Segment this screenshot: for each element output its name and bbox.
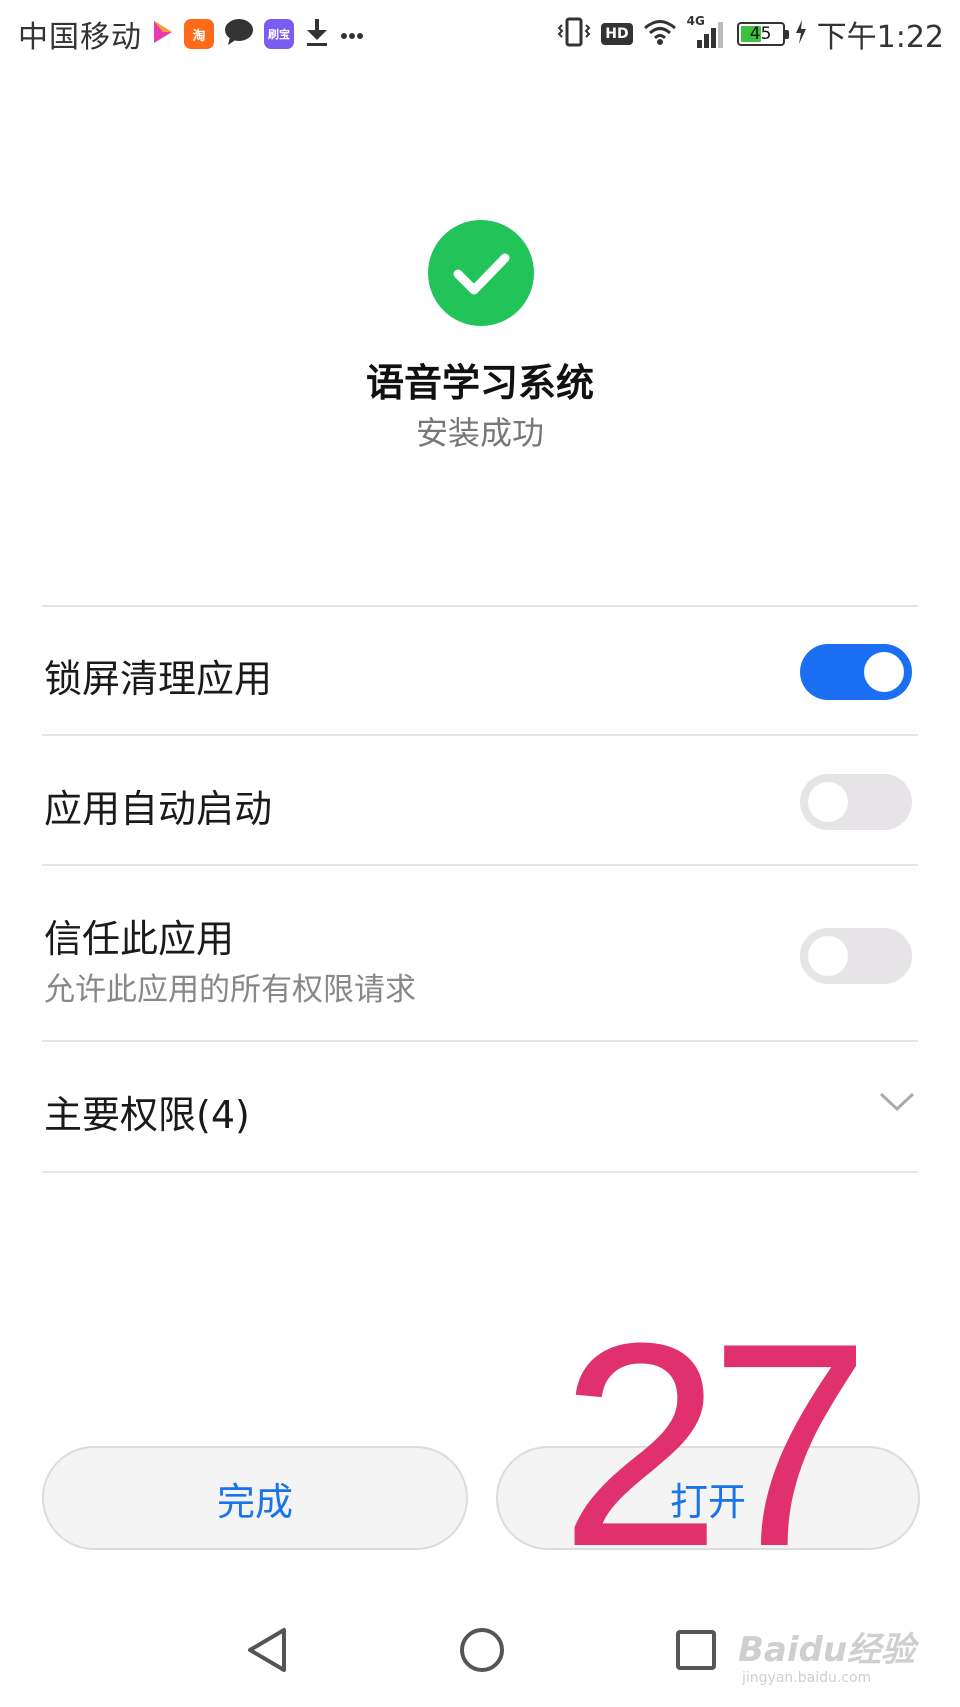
chat-bubble-icon xyxy=(224,18,254,50)
watermark-url: jingyan.baidu.com xyxy=(742,1670,872,1686)
app-badge-icon: 刷宝 xyxy=(264,19,294,49)
battery-level: 45 xyxy=(749,24,772,44)
auto-start-toggle[interactable] xyxy=(800,774,912,830)
status-bar-right: HD 4G 45 下午1:22 xyxy=(557,12,944,56)
divider xyxy=(42,605,918,607)
home-nav-button[interactable] xyxy=(452,1620,512,1680)
vibrate-icon xyxy=(557,17,591,51)
divider xyxy=(42,1171,918,1173)
lockscreen-clean-toggle[interactable] xyxy=(800,644,912,700)
app-name: 语音学习系统 xyxy=(365,361,594,405)
setting-label: 锁屏清理应用 xyxy=(44,657,273,701)
recents-nav-button[interactable] xyxy=(666,1620,726,1680)
setting-label: 信任此应用 xyxy=(44,917,235,961)
divider xyxy=(42,734,918,736)
chevron-down-icon[interactable] xyxy=(878,1090,916,1114)
permissions-label: 主要权限(4) xyxy=(44,1093,250,1137)
status-bar: 中国移动 淘 刷宝 HD 4G 45 下午1:22 xyxy=(0,0,960,68)
divider xyxy=(42,864,918,866)
success-check-icon xyxy=(428,220,534,326)
back-triangle-icon xyxy=(248,1628,286,1672)
toggle-knob xyxy=(864,652,904,692)
baidu-watermark: Baidu经验 jingyan.baidu.com xyxy=(738,1622,938,1692)
battery-icon: 45 xyxy=(736,22,789,46)
trust-app-toggle[interactable] xyxy=(800,928,912,984)
setting-subtitle: 允许此应用的所有权限请求 xyxy=(44,972,416,1008)
done-button[interactable]: 完成 xyxy=(42,1446,468,1550)
taobao-app-icon: 淘 xyxy=(184,19,214,49)
clock: 下午1:22 xyxy=(816,20,944,55)
video-play-icon xyxy=(152,19,174,49)
status-bar-left: 中国移动 淘 刷宝 xyxy=(18,12,364,56)
step-number-overlay: 27 xyxy=(560,1283,871,1607)
home-circle-icon xyxy=(460,1628,504,1672)
back-nav-button[interactable] xyxy=(238,1620,298,1680)
charging-icon xyxy=(795,20,807,48)
install-status-text: 安装成功 xyxy=(415,414,544,452)
carrier-name: 中国移动 xyxy=(18,20,142,55)
wifi-icon xyxy=(643,18,677,50)
recents-square-icon xyxy=(676,1630,716,1670)
hd-icon: HD xyxy=(601,23,633,45)
download-icon xyxy=(304,17,330,51)
watermark-brand: Baidu经验 xyxy=(738,1630,916,1670)
signal-icon: 4G xyxy=(687,14,727,50)
toggle-knob xyxy=(808,782,848,822)
toggle-knob xyxy=(808,936,848,976)
divider xyxy=(42,1040,918,1042)
more-icon xyxy=(340,25,364,44)
setting-label: 应用自动启动 xyxy=(44,787,273,831)
